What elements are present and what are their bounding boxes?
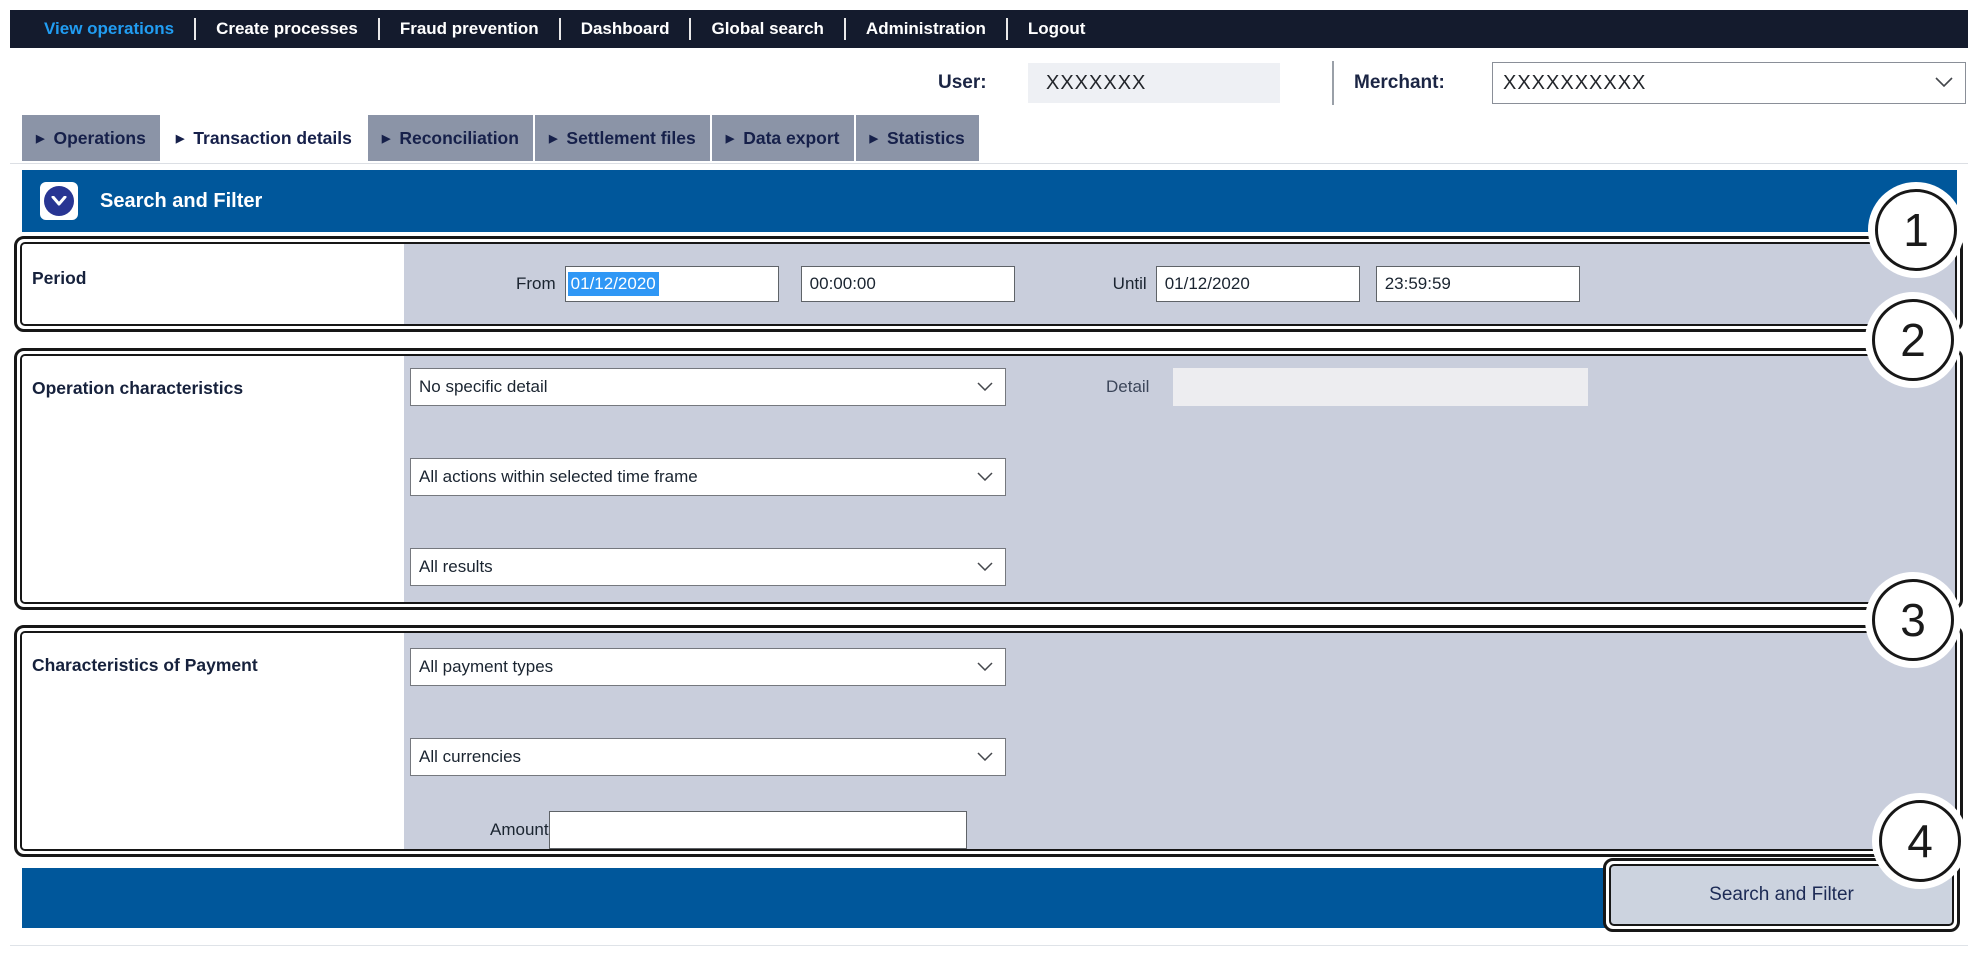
- search-filter-header: Search and Filter: [22, 170, 1957, 232]
- chevron-down-icon: [977, 658, 993, 676]
- nav-item-logout[interactable]: Logout: [1008, 19, 1106, 39]
- detail-label: Detail: [1106, 377, 1149, 397]
- tab-statistics[interactable]: Statistics: [856, 115, 979, 161]
- top-navbar: View operations Create processes Fraud p…: [10, 10, 1968, 48]
- tab-transaction-details[interactable]: Transaction details: [162, 115, 366, 161]
- actions-select-value: All actions within selected time frame: [411, 467, 977, 487]
- nav-item-view-operations[interactable]: View operations: [24, 19, 194, 39]
- currencies-select-value: All currencies: [411, 747, 977, 767]
- detail-type-select-value: No specific detail: [411, 377, 977, 397]
- from-label: From: [516, 274, 556, 294]
- merchant-select-value: XXXXXXXXXX: [1493, 72, 1935, 95]
- until-date-input[interactable]: [1156, 266, 1360, 302]
- payment-characteristics-label: Characteristics of Payment: [22, 633, 404, 849]
- collapse-toggle-button[interactable]: [40, 182, 78, 220]
- detail-type-select[interactable]: No specific detail: [410, 368, 1006, 406]
- from-time-input[interactable]: [801, 266, 1015, 302]
- content-top-divider: [10, 163, 1968, 164]
- payment-types-select[interactable]: All payment types: [410, 648, 1006, 686]
- callout-box-payment-characteristics: Characteristics of Payment All payment t…: [14, 625, 1963, 857]
- chevron-down-icon: [977, 558, 993, 576]
- until-time-input[interactable]: [1376, 266, 1580, 302]
- callout-box-operation-characteristics: Operation characteristics No specific de…: [14, 348, 1963, 610]
- chevron-down-icon: [977, 748, 993, 766]
- merchant-label: Merchant:: [1354, 62, 1445, 104]
- detail-input-disabled: [1173, 368, 1588, 406]
- chevron-down-icon: [977, 468, 993, 486]
- tab-data-export[interactable]: Data export: [712, 115, 854, 161]
- nav-item-fraud-prevention[interactable]: Fraud prevention: [380, 19, 559, 39]
- from-date-value: 01/12/2020: [568, 272, 659, 296]
- callout-marker-3: 3: [1872, 579, 1954, 661]
- callout-marker-2: 2: [1872, 299, 1954, 381]
- chevron-down-icon: [977, 378, 993, 396]
- callout-marker-4: 4: [1879, 800, 1961, 882]
- search-and-filter-button-label: Search and Filter: [1709, 884, 1854, 906]
- callout-box-period: Period From 01/12/2020 Until: [14, 236, 1963, 332]
- section-title: Search and Filter: [100, 190, 262, 213]
- operation-characteristics-label: Operation characteristics: [22, 356, 404, 602]
- tab-operations[interactable]: Operations: [22, 115, 160, 161]
- amount-input[interactable]: [549, 811, 967, 849]
- payment-types-select-value: All payment types: [411, 657, 977, 677]
- amount-label: Amount: [490, 820, 549, 840]
- app-window: View operations Create processes Fraud p…: [0, 0, 1979, 953]
- from-date-input[interactable]: 01/12/2020: [565, 266, 779, 302]
- nav-item-global-search[interactable]: Global search: [691, 19, 843, 39]
- user-value: XXXXXXX: [1028, 63, 1280, 103]
- user-label: User:: [938, 62, 987, 104]
- user-merchant-divider: [1332, 61, 1334, 105]
- tab-strip: Operations Transaction details Reconcili…: [22, 115, 981, 161]
- merchant-select[interactable]: XXXXXXXXXX: [1492, 62, 1966, 104]
- chevron-down-icon: [1935, 74, 1953, 92]
- callout-marker-1: 1: [1875, 189, 1957, 271]
- results-select[interactable]: All results: [410, 548, 1006, 586]
- nav-item-create-processes[interactable]: Create processes: [196, 19, 378, 39]
- page-bottom-divider: [10, 945, 1968, 946]
- actions-select[interactable]: All actions within selected time frame: [410, 458, 1006, 496]
- nav-item-administration[interactable]: Administration: [846, 19, 1006, 39]
- tab-settlement-files[interactable]: Settlement files: [535, 115, 710, 161]
- period-label: Period: [22, 244, 404, 324]
- chevron-down-icon: [44, 186, 74, 216]
- tab-reconciliation[interactable]: Reconciliation: [368, 115, 533, 161]
- results-select-value: All results: [411, 557, 977, 577]
- currencies-select[interactable]: All currencies: [410, 738, 1006, 776]
- nav-item-dashboard[interactable]: Dashboard: [561, 19, 690, 39]
- until-label: Until: [1113, 274, 1147, 294]
